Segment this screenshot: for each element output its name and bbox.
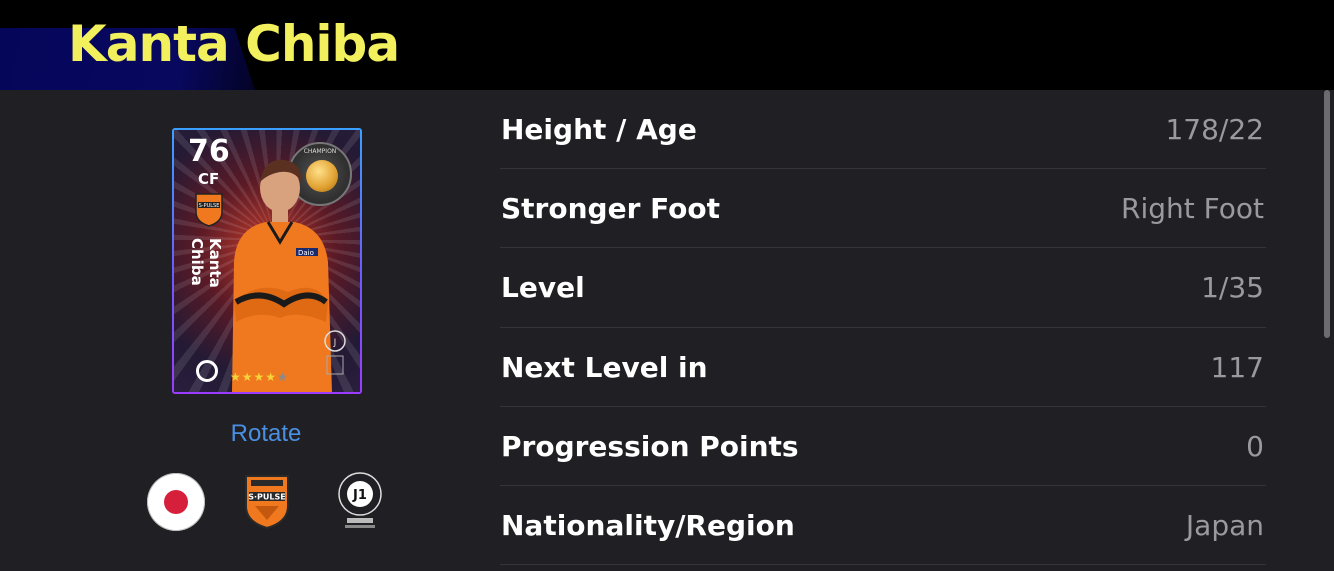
star-icon: ★ — [277, 370, 289, 384]
stats-list: Height / Age 178/22 Stronger Foot Right … — [500, 90, 1266, 566]
stat-value: 117 — [1210, 350, 1264, 384]
stat-row-nationality: Nationality/Region Japan — [500, 486, 1266, 566]
star-icon: ★ — [230, 370, 242, 384]
stat-label: Height / Age — [501, 113, 697, 146]
stat-value: Right Foot — [1121, 192, 1264, 226]
svg-text:J: J — [333, 338, 337, 348]
card-player-name: Kanta Chiba — [188, 238, 224, 288]
card-rating: 76 — [188, 134, 230, 169]
stat-label: Level — [501, 271, 585, 305]
card-star-rating: ★★★★★ — [230, 370, 289, 384]
header-bar: Kanta Chiba — [0, 0, 1334, 90]
stat-value: 1/35 — [1201, 271, 1264, 305]
stats-scrollbar[interactable] — [1324, 90, 1330, 338]
star-icon: ★ — [265, 370, 278, 384]
j1-league-icon[interactable]: J1 — [335, 472, 385, 532]
svg-text:Daio: Daio — [298, 249, 314, 257]
efootball-logo-icon — [196, 360, 218, 382]
player-portrait: Daio — [232, 159, 332, 392]
svg-text:S·PULSE: S·PULSE — [248, 493, 285, 502]
player-details-panel: CHAMPION Daio 76 CF S-PULSE Kanta Chiba … — [0, 90, 1334, 571]
stat-row-progression-points: Progression Points 0 — [500, 407, 1266, 486]
card-league-badge-icon: J — [324, 330, 346, 375]
stat-row-level: Level 1/35 — [500, 248, 1266, 328]
player-name-title: Kanta Chiba — [68, 15, 400, 73]
stat-value: 0 — [1246, 429, 1264, 463]
stat-row-stronger-foot: Stronger Foot Right Foot — [500, 169, 1266, 249]
japan-flag-icon[interactable] — [147, 473, 205, 531]
star-icon: ★ — [241, 370, 254, 384]
svg-text:S-PULSE: S-PULSE — [199, 203, 220, 209]
stat-label: Progression Points — [501, 429, 799, 463]
card-position: CF — [198, 170, 220, 188]
svg-text:J1: J1 — [352, 488, 367, 503]
stat-label: Nationality/Region — [501, 508, 795, 542]
star-icon: ★ — [253, 370, 266, 384]
stat-label: Next Level in — [501, 350, 708, 384]
card-club-crest-icon: S-PULSE — [195, 193, 223, 227]
stat-value: 178/22 — [1165, 113, 1264, 146]
stat-row-next-level: Next Level in 117 — [500, 328, 1266, 407]
player-card-face: CHAMPION Daio 76 CF S-PULSE Kanta Chiba … — [174, 130, 360, 392]
stat-label: Stronger Foot — [501, 192, 720, 226]
stat-row-height-age: Height / Age 178/22 — [500, 90, 1266, 170]
stat-value: Japan — [1185, 508, 1264, 542]
rotate-link[interactable]: Rotate — [196, 420, 336, 448]
player-card[interactable]: CHAMPION Daio 76 CF S-PULSE Kanta Chiba … — [172, 128, 362, 394]
shimizu-s-pulse-crest-icon[interactable]: S·PULSE — [243, 472, 291, 530]
